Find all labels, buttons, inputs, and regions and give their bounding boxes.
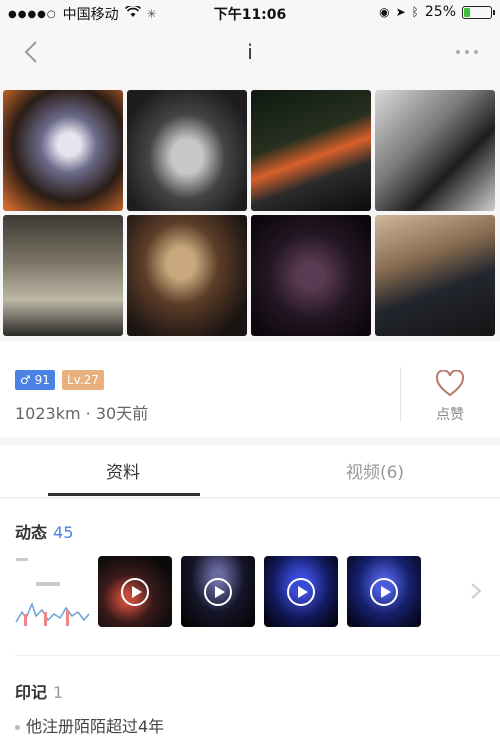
status-bar: ●●●●○ 中国移动 ✳ 下午11:06 ◉ ➤ ᛒ 25% bbox=[0, 0, 500, 26]
like-button[interactable]: 点赞 bbox=[410, 368, 490, 428]
location-icon: ➤ bbox=[395, 5, 406, 19]
photo-6[interactable] bbox=[127, 215, 247, 336]
dynamic-thumb-chart[interactable] bbox=[14, 552, 91, 629]
marks-section: 印记 1 他注册陌陌超过4年 bbox=[0, 657, 500, 754]
photo-4[interactable] bbox=[375, 90, 495, 211]
play-icon bbox=[204, 578, 232, 606]
marks-count: 1 bbox=[53, 683, 64, 702]
like-label: 点赞 bbox=[436, 407, 464, 423]
more-button[interactable] bbox=[452, 40, 482, 64]
chart-thumbnail-image bbox=[14, 552, 91, 629]
marks-title: 印记 bbox=[15, 683, 48, 702]
dynamic-video-1[interactable] bbox=[98, 556, 172, 627]
bullet-dot-icon bbox=[15, 725, 20, 730]
more-dots-icon bbox=[456, 50, 478, 54]
row-divider bbox=[15, 655, 500, 656]
tab-info[interactable]: 资料 bbox=[48, 458, 198, 483]
dynamic-video-2[interactable] bbox=[181, 556, 255, 627]
vertical-divider bbox=[400, 367, 401, 422]
dynamics-title-row: 动态 45 bbox=[15, 519, 73, 543]
distance-time: 1023km · 30天前 bbox=[15, 404, 149, 423]
status-right: ◉ ➤ ᛒ 25% bbox=[379, 4, 495, 20]
photo-7[interactable] bbox=[251, 215, 371, 336]
dynamic-video-3[interactable] bbox=[264, 556, 338, 627]
photo-2[interactable] bbox=[127, 90, 247, 211]
battery-icon bbox=[462, 5, 495, 19]
play-icon bbox=[121, 578, 149, 606]
bluetooth-icon: ᛒ bbox=[411, 5, 419, 19]
photo-3[interactable] bbox=[251, 90, 371, 211]
dynamics-more-button[interactable] bbox=[466, 579, 486, 603]
marks-title-row: 印记 1 bbox=[15, 679, 63, 703]
dynamics-section[interactable]: 动态 45 bbox=[0, 499, 500, 657]
lock-rotation-icon: ◉ bbox=[379, 5, 390, 19]
mark-item: 他注册陌陌超过4年 bbox=[15, 713, 164, 737]
nav-bar: i bbox=[0, 26, 500, 82]
photo-5[interactable] bbox=[3, 215, 123, 336]
dynamics-count: 45 bbox=[53, 523, 74, 542]
heart-icon bbox=[435, 370, 465, 397]
photo-grid bbox=[0, 88, 500, 338]
dynamics-title: 动态 bbox=[15, 523, 48, 542]
battery-fill bbox=[464, 7, 470, 17]
mark-item-text: 他注册陌陌超过4年 bbox=[26, 717, 165, 736]
photo-8[interactable] bbox=[375, 215, 495, 336]
active-tab-indicator bbox=[48, 493, 200, 496]
photo-1[interactable] bbox=[3, 90, 123, 211]
play-icon bbox=[287, 578, 315, 606]
tab-video[interactable]: 视频(6) bbox=[300, 458, 450, 483]
profile-info: ♂ 91 Lv.27 1023km · 30天前 点赞 bbox=[0, 342, 500, 437]
tab-bar: 资料 视频(6) bbox=[0, 446, 500, 498]
chevron-right-icon bbox=[471, 583, 482, 599]
battery-percent: 25% bbox=[424, 4, 456, 20]
play-icon bbox=[370, 578, 398, 606]
level-badge: Lv.27 bbox=[62, 370, 104, 390]
page-title: i bbox=[247, 40, 253, 64]
dynamic-video-4[interactable] bbox=[347, 556, 421, 627]
gender-age-badge: ♂ 91 bbox=[15, 370, 55, 390]
